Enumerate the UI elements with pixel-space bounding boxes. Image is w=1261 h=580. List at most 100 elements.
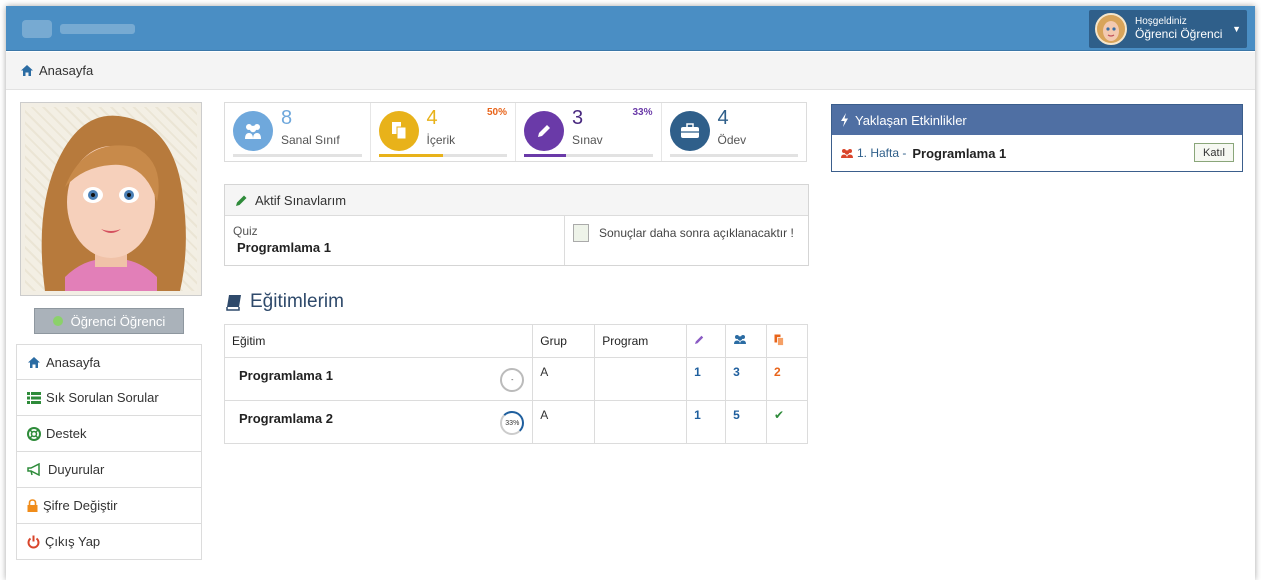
lifebuoy-icon [27, 426, 41, 441]
online-status-button[interactable]: Öğrenci Öğrenci [34, 308, 184, 334]
active-exams-title: Aktif Sınavlarım [255, 192, 347, 208]
stat-progress-fill [378, 154, 443, 157]
megaphone-icon [27, 463, 40, 476]
stat-label: İçerik [426, 133, 456, 147]
sidebar-item-logout[interactable]: Çıkış Yap [16, 524, 202, 560]
stat-label: Sınav [572, 133, 603, 147]
sidebar-menu: Anasayfa Sık Sorulan Sorular Destek Duyu… [16, 344, 202, 560]
upcoming-events-panel: Yaklaşan Etkinlikler 1. Hafta - Programl… [831, 104, 1243, 172]
users-icon [734, 335, 747, 344]
stat-contents[interactable]: 4 İçerik 50% [371, 103, 516, 161]
pencil-icon [236, 195, 247, 206]
active-exam-info: Quiz Programlama 1 [225, 216, 565, 265]
home-icon [21, 65, 33, 76]
sidebar-item-label: Destek [46, 426, 87, 441]
upcoming-events-header: Yaklaşan Etkinlikler [832, 105, 1242, 135]
home-icon [28, 356, 40, 368]
col-exams [686, 324, 727, 358]
sidebar-item-change-password[interactable]: Şifre Değiştir [16, 488, 202, 524]
group-cell: A [532, 400, 596, 444]
caret-down-icon: ▼ [1232, 24, 1241, 34]
table-row[interactable]: Programlama 2 33% A 1 5 ✔ [223, 400, 808, 444]
stat-label: Sanal Sınıf [281, 133, 340, 147]
course-cell[interactable]: Programlama 2 33% [223, 400, 534, 444]
active-exams-header: Aktif Sınavlarım [225, 185, 808, 216]
power-icon [27, 535, 40, 548]
sidebar-item-label: Çıkış Yap [45, 534, 101, 549]
sidebar-item-announcements[interactable]: Duyurular [16, 452, 202, 488]
stat-progress-fill [524, 154, 567, 157]
book-icon [226, 294, 241, 311]
stat-value: 4 [717, 107, 729, 129]
result-box [573, 224, 589, 242]
trainings-title: Eğitimlerim [226, 291, 344, 313]
stat-value: 3 [572, 107, 584, 129]
classes-count[interactable]: 3 [725, 357, 768, 401]
contents-complete-check: ✔ [766, 400, 808, 444]
exam-name[interactable]: Programlama 1 [233, 240, 556, 255]
app-window: Hoşgeldiniz Öğrenci Öğrenci ▼ Anasayfa Ö… [6, 6, 1255, 580]
stat-value: 4 [426, 107, 438, 129]
exams-count[interactable]: 1 [686, 400, 727, 444]
event-week: 1. Hafta - [857, 146, 907, 160]
sidebar-item-home[interactable]: Anasayfa [16, 344, 202, 380]
col-program: Program [594, 324, 688, 358]
course-name[interactable]: Programlama 2 [239, 411, 333, 426]
stat-progress-bar [233, 154, 362, 157]
trainings-table: Eğitim Grup Program Programlama 1 - A 1 … [223, 324, 808, 444]
course-name[interactable]: Programlama 1 [239, 368, 333, 383]
contents-count[interactable]: 2 [766, 357, 808, 401]
col-contents [766, 324, 808, 358]
sidebar-item-label: Sık Sorulan Sorular [46, 390, 159, 405]
lock-icon [27, 499, 38, 512]
sidebar-item-support[interactable]: Destek [16, 416, 202, 452]
stats-bar: 8 Sanal Sınıf 4 İçerik 50% 3 Sınav 33% 4… [224, 102, 807, 162]
course-cell[interactable]: Programlama 1 - [223, 357, 534, 401]
stat-progress-bar [524, 154, 653, 157]
exams-count[interactable]: 1 [686, 357, 727, 401]
bolt-icon [841, 113, 848, 127]
program-cell [594, 400, 688, 444]
status-user-name: Öğrenci Öğrenci [70, 313, 166, 329]
result-note-text: Sonuçlar daha sonra açıklanacaktır ! [599, 226, 794, 240]
users-icon [233, 111, 273, 151]
breadcrumb-bar: Anasayfa [6, 52, 1255, 90]
upcoming-events-title: Yaklaşan Etkinlikler [855, 112, 967, 128]
user-menu[interactable]: Hoşgeldiniz Öğrenci Öğrenci ▼ [1089, 10, 1247, 48]
exam-result-note: Sonuçlar daha sonra açıklanacaktır ! [573, 224, 794, 242]
breadcrumb[interactable]: Anasayfa [20, 63, 93, 78]
stat-label: Ödev [717, 133, 747, 147]
welcome-text: Hoşgeldiniz [1135, 16, 1187, 27]
join-button[interactable]: Katıl [1194, 143, 1234, 162]
stat-progress-bar [669, 154, 798, 157]
user-avatar [1095, 13, 1127, 45]
table-row[interactable]: Programlama 1 - A 1 3 2 [223, 357, 808, 401]
top-bar: Hoşgeldiniz Öğrenci Öğrenci ▼ [6, 6, 1255, 51]
stat-percent: 50% [486, 107, 507, 118]
exam-type: Quiz [233, 224, 258, 238]
sidebar-item-label: Anasayfa [46, 354, 101, 370]
group-cell: A [532, 357, 596, 401]
program-cell [594, 357, 688, 401]
stat-assignments[interactable]: 4 Ödev [662, 103, 807, 161]
pencil-icon [695, 335, 704, 344]
col-group: Grup [532, 324, 596, 358]
stat-percent: 33% [632, 107, 653, 118]
sidebar-item-faq[interactable]: Sık Sorulan Sorular [16, 380, 202, 416]
stat-virtual-classes[interactable]: 8 Sanal Sınıf [225, 103, 371, 161]
sidebar-item-label: Duyurular [48, 462, 105, 477]
stat-progress-bar [378, 154, 507, 157]
users-icon [841, 148, 853, 158]
active-exam-row[interactable]: Quiz Programlama 1 Sonuçlar daha sonra a… [225, 216, 808, 265]
profile-photo [20, 102, 202, 296]
pencil-icon [524, 111, 564, 151]
copy-icon [378, 111, 419, 151]
breadcrumb-home[interactable]: Anasayfa [39, 63, 93, 78]
classes-count[interactable]: 5 [725, 400, 768, 444]
course-progress-circle: - [500, 368, 525, 392]
avatar-illustration [41, 115, 186, 291]
stat-value: 8 [281, 107, 293, 129]
stat-exams[interactable]: 3 Sınav 33% [516, 103, 662, 161]
user-name: Öğrenci Öğrenci [1135, 27, 1223, 41]
logo [22, 20, 135, 38]
